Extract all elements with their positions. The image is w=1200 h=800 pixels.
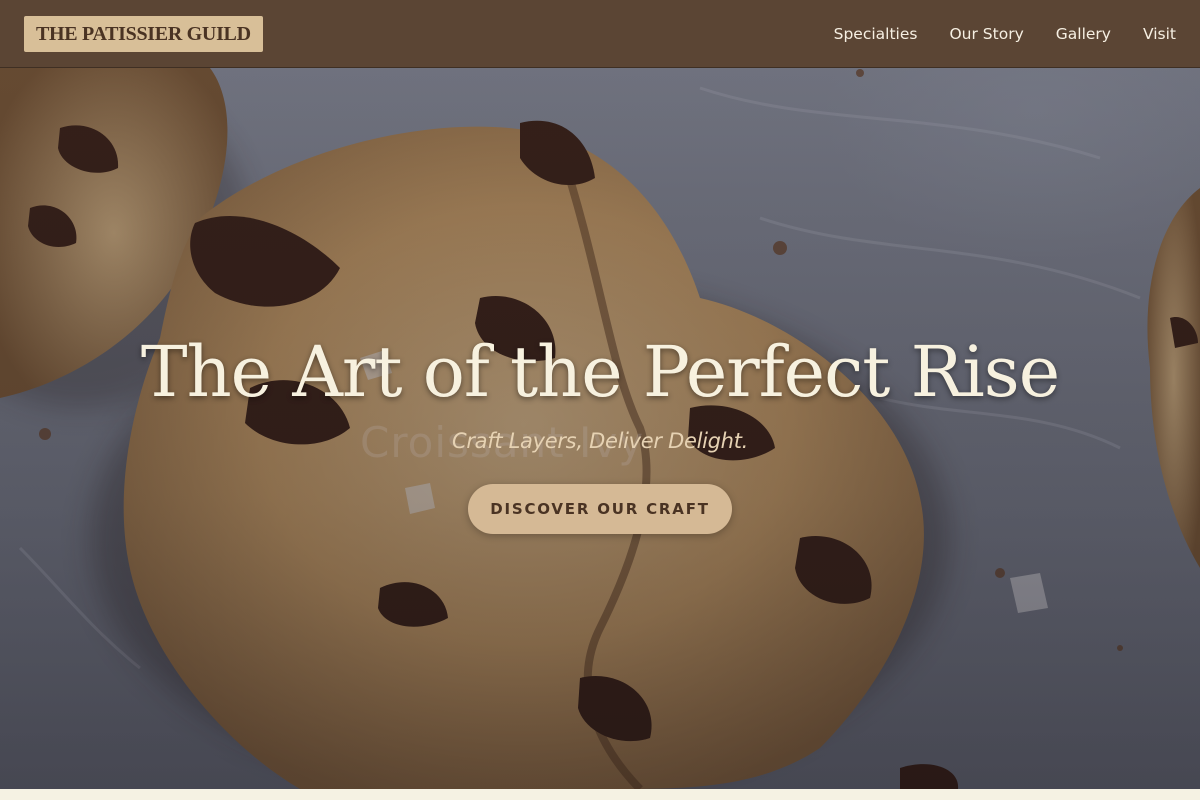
hero-title: The Art of the Perfect Rise bbox=[140, 331, 1060, 413]
hero-subtitle: Craft Layers, Deliver Delight. bbox=[451, 429, 749, 453]
discover-our-craft-button[interactable]: DISCOVER OUR CRAFT bbox=[468, 484, 732, 534]
hero-content: Croissant Ivy The Art of the Perfect Ris… bbox=[0, 68, 1200, 789]
hero-section: Croissant Ivy The Art of the Perfect Ris… bbox=[0, 68, 1200, 789]
nav-link-gallery[interactable]: Gallery bbox=[1056, 25, 1111, 43]
nav-link-specialties[interactable]: Specialties bbox=[834, 25, 918, 43]
brand-logo[interactable]: THE PATISSIER GUILD bbox=[24, 15, 263, 52]
nav-link-visit[interactable]: Visit bbox=[1143, 25, 1176, 43]
nav-link-our-story[interactable]: Our Story bbox=[949, 25, 1023, 43]
main-nav: Specialties Our Story Gallery Visit bbox=[834, 25, 1176, 43]
top-navbar: THE PATISSIER GUILD Specialties Our Stor… bbox=[0, 0, 1200, 68]
next-section-edge bbox=[0, 789, 1200, 800]
